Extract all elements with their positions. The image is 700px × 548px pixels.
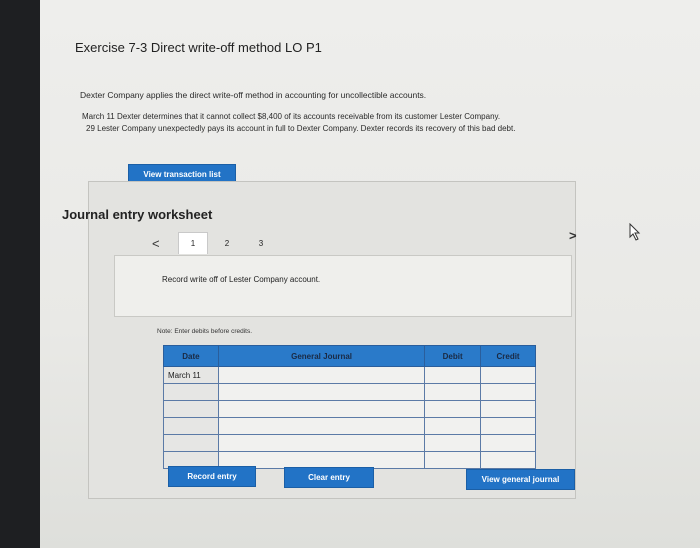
account-input[interactable] [217, 400, 426, 418]
debit-input[interactable] [424, 400, 482, 418]
tab-3[interactable]: 3 [246, 232, 276, 254]
journal-table: Date General Journal Debit Credit March … [163, 345, 536, 469]
transaction-text: Dexter determines that it cannot collect… [117, 112, 501, 121]
header-credit: Credit [480, 345, 536, 367]
record-entry-button[interactable]: Record entry [168, 466, 256, 487]
debit-input[interactable] [424, 434, 482, 452]
debit-input[interactable] [424, 366, 482, 384]
header-debit: Debit [424, 345, 482, 367]
account-input[interactable] [217, 383, 426, 401]
view-general-journal-button[interactable]: View general journal [466, 469, 575, 490]
credit-input[interactable] [480, 383, 536, 401]
transaction-row: 29 Lester Company unexpectedly pays its … [86, 124, 515, 133]
table-row [163, 400, 536, 418]
intro-text: Dexter Company applies the direct write-… [80, 90, 427, 100]
transaction-row: March 11 Dexter determines that it canno… [82, 112, 500, 121]
credit-input[interactable] [480, 417, 536, 435]
account-input[interactable] [217, 434, 426, 452]
worksheet-tabs: 1 2 3 [110, 232, 263, 254]
header-date: Date [163, 345, 219, 367]
credit-input[interactable] [480, 434, 536, 452]
date-cell[interactable] [163, 417, 219, 435]
tab-2[interactable]: 2 [212, 232, 242, 254]
next-arrow-icon[interactable]: > [569, 228, 577, 243]
prompt-box [114, 255, 572, 317]
table-header-row: Date General Journal Debit Credit [163, 345, 536, 367]
debit-input[interactable] [424, 383, 482, 401]
date-cell[interactable] [163, 400, 219, 418]
clear-entry-button[interactable]: Clear entry [284, 467, 374, 488]
debit-input[interactable] [424, 451, 482, 469]
credit-input[interactable] [480, 366, 536, 384]
mouse-cursor-icon [629, 223, 641, 241]
date-cell[interactable] [163, 383, 219, 401]
table-row [163, 434, 536, 452]
header-general-journal: General Journal [217, 345, 426, 367]
note-text: Note: Enter debits before credits. [157, 328, 253, 335]
transaction-date: 29 [86, 124, 95, 133]
exercise-title: Exercise 7-3 Direct write-off method LO … [75, 40, 322, 55]
date-cell[interactable]: March 11 [163, 366, 219, 384]
credit-input[interactable] [480, 451, 536, 469]
debit-input[interactable] [424, 417, 482, 435]
tab-1[interactable]: 1 [178, 232, 208, 254]
table-row: March 11 [163, 366, 536, 384]
credit-input[interactable] [480, 400, 536, 418]
account-input[interactable] [217, 417, 426, 435]
worksheet-title: Journal entry worksheet [62, 207, 213, 222]
transaction-text: Lester Company unexpectedly pays its acc… [97, 124, 516, 133]
date-cell[interactable] [163, 434, 219, 452]
transaction-date: March 11 [82, 112, 115, 121]
account-input[interactable] [217, 366, 426, 384]
table-row [163, 417, 536, 435]
prompt-text: Record write off of Lester Company accou… [162, 275, 321, 284]
table-row [163, 383, 536, 401]
